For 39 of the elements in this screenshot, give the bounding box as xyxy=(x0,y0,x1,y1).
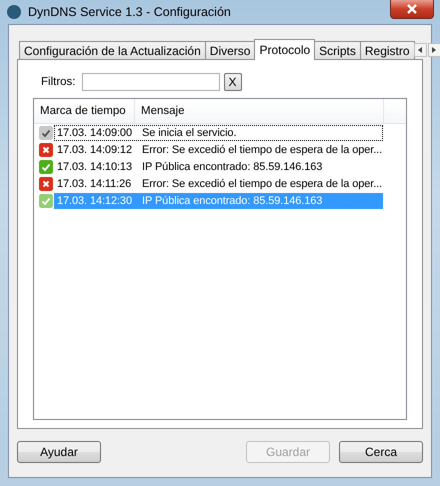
app-logo-icon xyxy=(6,4,22,20)
right-arrow-icon xyxy=(432,47,436,53)
log-message: IP Pública encontrado: 85.59.146.163 xyxy=(142,160,322,172)
dialog-button[interactable]: Cerca xyxy=(339,441,423,463)
cross-icon xyxy=(39,176,53,190)
log-row[interactable]: 17.03. 14:09:00 Se inicia el servicio. xyxy=(54,124,383,140)
filter-label: Filtros: xyxy=(41,76,76,88)
timestamp: 17.03. 14:09:00 xyxy=(56,126,133,138)
tab[interactable]: Scripts xyxy=(314,41,361,59)
close-icon xyxy=(406,4,418,14)
timestamp: 17.03. 14:10:13 xyxy=(56,160,133,172)
log-message: IP Pública encontrado: 85.59.146.163 xyxy=(142,194,322,206)
check-icon xyxy=(39,126,53,140)
timestamp: 17.03. 14:11:26 xyxy=(56,178,132,190)
column-header[interactable]: Mensaje xyxy=(135,99,384,123)
log-row[interactable]: 17.03. 14:10:13 IP Pública encontrado: 85.59.146.163 xyxy=(54,158,383,174)
left-arrow-icon xyxy=(418,47,422,53)
scroll-left-button[interactable] xyxy=(414,43,427,57)
scroll-right-button[interactable] xyxy=(428,43,440,57)
timestamp: 17.03. 14:12:30 xyxy=(56,194,133,206)
clear-filter-button[interactable]: X xyxy=(224,73,242,91)
log-message: Error: Se excedió el tiempo de espera de la oper... xyxy=(142,178,382,190)
close-button[interactable] xyxy=(390,0,434,19)
check-icon xyxy=(39,194,53,208)
tab[interactable]: Configuración de la Actualización xyxy=(19,41,206,59)
log-message: Se inicia el servicio. xyxy=(142,126,236,138)
window-title: DynDNS Service 1.3 - Configuración xyxy=(28,5,231,19)
tab[interactable]: Registro xyxy=(360,41,415,59)
tab[interactable]: Diverso xyxy=(204,41,256,59)
log-row[interactable]: 17.03. 14:11:26 Error: Se excedió el tiempo de espera de la oper... xyxy=(54,176,384,192)
tab[interactable]: Protocolo xyxy=(254,39,316,60)
log-row[interactable]: 17.03. 14:09:12 Error: Se excedió el tiempo de espera de la oper... xyxy=(54,142,384,158)
log-message: Error: Se excedió el tiempo de espera de la oper... xyxy=(142,144,382,156)
check-icon xyxy=(39,160,53,174)
dialog-button[interactable]: Ayudar xyxy=(17,441,101,463)
column-header[interactable]: Marca de tiempo xyxy=(34,99,135,123)
filter-field[interactable] xyxy=(82,73,220,91)
timestamp: 17.03. 14:09:12 xyxy=(56,144,133,156)
cross-icon xyxy=(39,142,53,156)
